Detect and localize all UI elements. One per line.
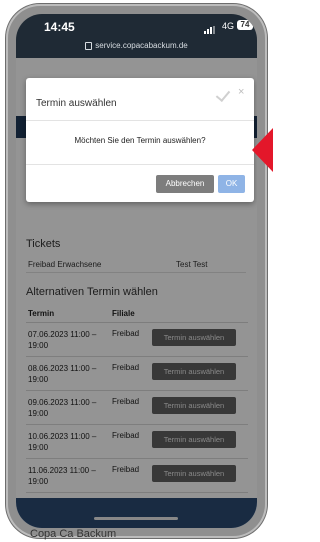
close-icon[interactable]: × xyxy=(238,86,244,98)
home-indicator xyxy=(94,517,178,520)
network-type: 4G xyxy=(222,21,235,31)
cancel-button[interactable]: Abbrechen xyxy=(156,175,214,193)
dialog-divider xyxy=(26,120,254,121)
status-bar: 14:45 4G 74 xyxy=(16,14,257,36)
phone-screen: 14:45 4G 74 service.copacabackum.de Tick… xyxy=(16,14,257,528)
ok-button[interactable]: OK xyxy=(218,175,245,193)
dialog-divider xyxy=(26,164,254,165)
confirm-dialog: Termin auswählen × Möchten Sie den Termi… xyxy=(26,78,254,202)
battery-icon: 74 xyxy=(237,20,253,30)
signal-icon xyxy=(204,26,218,34)
url-bar[interactable]: service.copacabackum.de xyxy=(16,38,257,54)
checkmark-icon xyxy=(215,86,231,103)
lock-icon xyxy=(85,41,93,50)
status-time: 14:45 xyxy=(44,20,75,34)
dialog-title: Termin auswählen xyxy=(36,98,117,109)
url-text: service.copacabackum.de xyxy=(95,41,188,50)
page-content: Tickets Freibad Erwachsene Test Test Alt… xyxy=(16,58,257,528)
site-brand: Copa Ca Backum xyxy=(30,528,117,540)
red-arrow-annotation xyxy=(252,128,273,172)
dialog-message: Möchten Sie den Termin auswählen? xyxy=(74,136,206,145)
